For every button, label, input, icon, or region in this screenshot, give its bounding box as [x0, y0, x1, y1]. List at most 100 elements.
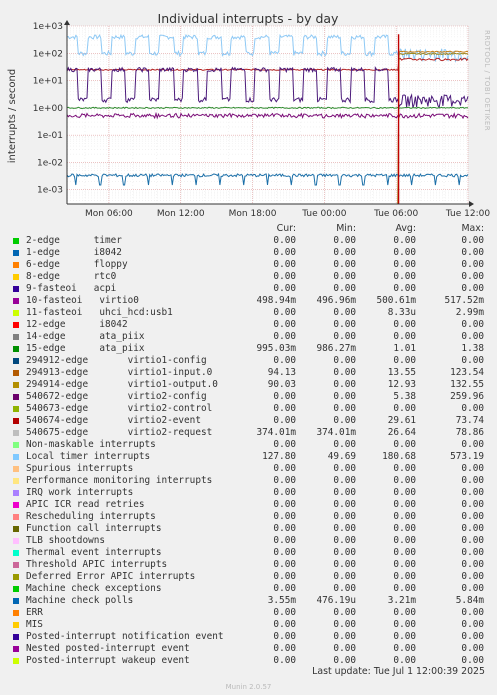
- legend-cur: 0.00: [273, 475, 296, 486]
- legend-row: 14-edge ata_piix 0.00 0.00 0.00 0.00: [0, 331, 497, 343]
- legend-avg: 180.68: [382, 451, 416, 462]
- legend-row: 540674-edge virtio2-event 0.00 0.00 29.61 73…: [0, 415, 497, 427]
- legend-min: 0.00: [333, 283, 356, 294]
- legend-row: Local timer interrupts 127.80 49.69 180.68 5…: [0, 451, 497, 463]
- legend-name: 14-edge ata_piix: [26, 331, 145, 342]
- legend-row: 12-edge i8042 0.00 0.00 0.00 0.00: [0, 319, 497, 331]
- legend-swatch: [13, 370, 19, 376]
- legend-name: 12-edge i8042: [26, 319, 128, 330]
- legend-swatch: [13, 346, 19, 352]
- legend-min: 0.00: [333, 487, 356, 498]
- legend-cur: 0.00: [273, 355, 296, 366]
- legend-name: Performance monitoring interrupts: [26, 475, 213, 486]
- legend-avg: 0.00: [393, 271, 416, 282]
- legend-name: Machine check exceptions: [26, 583, 162, 594]
- legend-cur: 0.00: [273, 307, 296, 318]
- legend-name: Function call interrupts: [26, 523, 162, 534]
- y-tick-label: 1e+01: [33, 77, 63, 87]
- y-tick-label: 1e-02: [37, 158, 63, 168]
- legend-min: 0.00: [333, 439, 356, 450]
- legend-avg: 26.64: [387, 427, 416, 438]
- legend-row: Machine check exceptions 0.00 0.00 0.00 0.00: [0, 583, 497, 595]
- legend-max: 0.00: [461, 319, 484, 330]
- legend-min: 0.00: [333, 583, 356, 594]
- header-cur: Cur:: [276, 223, 296, 234]
- x-tick-label: Tue 12:00: [445, 209, 490, 219]
- legend-header: Cur: Min: Avg: Max:: [0, 223, 497, 235]
- y-tick-label: 1e+02: [33, 49, 63, 59]
- legend-swatch: [13, 478, 19, 484]
- legend-avg: 0.00: [393, 475, 416, 486]
- legend-avg: 0.00: [393, 655, 416, 666]
- legend-min: 0.00: [333, 271, 356, 282]
- legend-min: 0.00: [333, 547, 356, 558]
- legend-min: 374.01m: [316, 427, 356, 438]
- legend-max: 0.00: [461, 499, 484, 510]
- legend-max: 0.00: [461, 439, 484, 450]
- legend-name: TLB shootdowns: [26, 535, 106, 546]
- legend-cur: 94.13: [267, 367, 296, 378]
- legend-min: 0.00: [333, 247, 356, 258]
- legend-cur: 995.03m: [256, 343, 296, 354]
- legend-name: Thermal event interrupts: [26, 547, 162, 558]
- legend-row: 11-fasteoi uhci_hcd:usb1 0.00 0.00 8.33u 2.9…: [0, 307, 497, 319]
- legend-row: 540675-edge virtio2-request 374.01m 374.01…: [0, 427, 497, 439]
- legend-avg: 0.00: [393, 439, 416, 450]
- header-min: Min:: [336, 223, 356, 234]
- legend-name: Deferred Error APIC interrupts: [26, 571, 196, 582]
- legend-name: ERR: [26, 607, 43, 618]
- legend-row: Spurious interrupts 0.00 0.00 0.00 0.00: [0, 463, 497, 475]
- chart: Individual interrupts - by day interrupt…: [7, 11, 490, 219]
- legend-avg: 0.00: [393, 355, 416, 366]
- legend-name: Posted-interrupt notification event: [26, 631, 224, 642]
- legend-max: 73.74: [455, 415, 484, 426]
- legend-avg: 0.00: [393, 247, 416, 258]
- legend-cur: 0.00: [273, 391, 296, 402]
- legend-cur: 498.94m: [256, 295, 296, 306]
- legend-swatch: [13, 406, 19, 412]
- legend-cur: 0.00: [273, 655, 296, 666]
- legend-cur: 0.00: [273, 415, 296, 426]
- legend-min: 0.00: [333, 367, 356, 378]
- legend-max: 0.00: [461, 559, 484, 570]
- legend-avg: 0.00: [393, 487, 416, 498]
- legend-max: 259.96: [450, 391, 484, 402]
- legend-swatch: [13, 646, 19, 652]
- legend-avg: 0.00: [393, 511, 416, 522]
- y-tick-labels: 1e-03 1e-02 1e-01 1e+00 1e+01 1e+02 1e+03: [33, 22, 64, 196]
- legend-swatch: [13, 490, 19, 496]
- legend-cur: 0.00: [273, 235, 296, 246]
- legend-max: 0.00: [461, 463, 484, 474]
- legend-avg: 0.00: [393, 643, 416, 654]
- legend-avg: 0.00: [393, 619, 416, 630]
- legend-cur: 0.00: [273, 583, 296, 594]
- legend-max: 0.00: [461, 475, 484, 486]
- legend-swatch: [13, 622, 19, 628]
- legend-name: 540674-edge virtio2-event: [26, 415, 201, 426]
- legend-row: 8-edge rtc0 0.00 0.00 0.00 0.00: [0, 271, 497, 283]
- legend-swatch: [13, 322, 19, 328]
- legend-name: 6-edge floppy: [26, 259, 128, 270]
- legend-swatch: [13, 262, 19, 268]
- legend-min: 0.00: [333, 391, 356, 402]
- legend-avg: 0.00: [393, 547, 416, 558]
- legend-min: 0.00: [333, 235, 356, 246]
- legend-swatch: [13, 394, 19, 400]
- legend-min: 0.00: [333, 559, 356, 570]
- legend-row: Machine check polls 3.55m 476.19u 3.21m 5.84…: [0, 595, 497, 607]
- legend-cur: 0.00: [273, 547, 296, 558]
- legend-swatch: [13, 574, 19, 580]
- chart-title: Individual interrupts - by day: [158, 11, 340, 26]
- legend-swatch: [13, 562, 19, 568]
- legend-avg: 0.00: [393, 499, 416, 510]
- legend-swatch: [13, 430, 19, 436]
- legend-name: MIS: [26, 619, 43, 630]
- legend-avg: 12.93: [387, 379, 416, 390]
- x-tick-label: Tue 06:00: [373, 209, 418, 219]
- legend-avg: 0.00: [393, 259, 416, 270]
- legend-cur: 127.80: [262, 451, 296, 462]
- legend-swatch: [13, 250, 19, 256]
- legend-name: 9-fasteoi acpi: [26, 283, 117, 294]
- legend-max: 0.00: [461, 547, 484, 558]
- legend-name: 294914-edge virtio1-output.0: [26, 379, 218, 390]
